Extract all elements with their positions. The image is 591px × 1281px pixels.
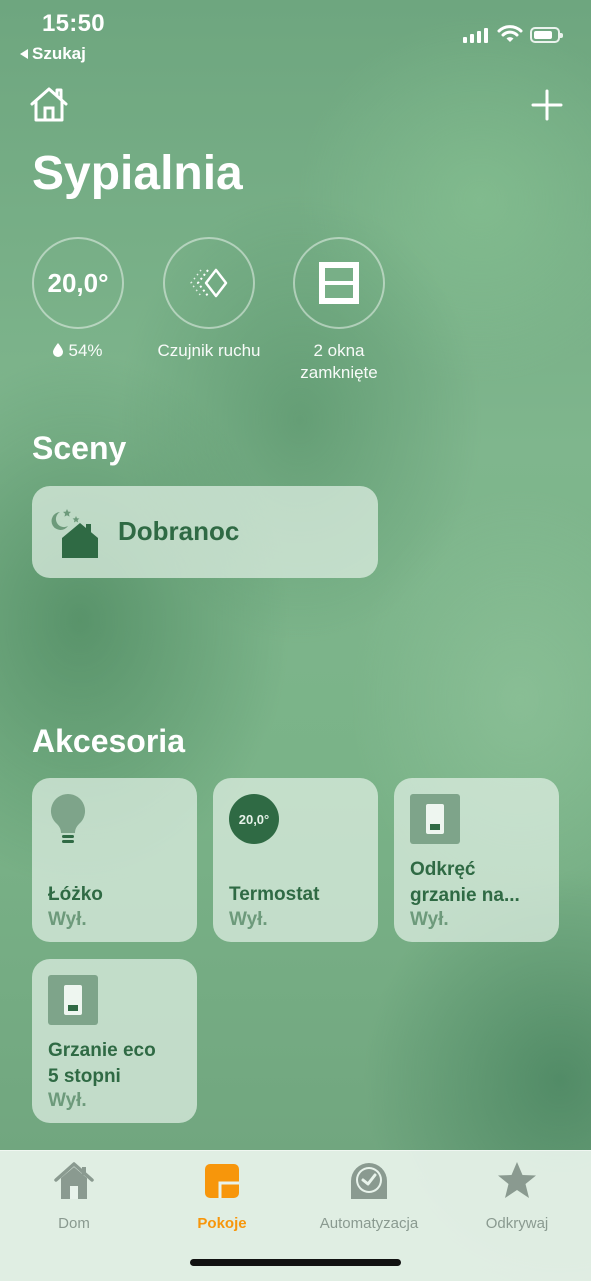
page-title: Sypialnia xyxy=(32,147,243,200)
switch-icon xyxy=(48,975,98,1025)
accessory-name: Termostat xyxy=(229,884,320,905)
tab-home[interactable]: Dom xyxy=(44,1159,104,1232)
windows-label-line1: 2 okna xyxy=(313,341,365,360)
scenes-heading: Sceny xyxy=(32,430,127,466)
switch-icon xyxy=(410,794,460,844)
accessory-tile-eco-heating[interactable]: Grzanie eco 5 stopni Wył. xyxy=(32,959,197,1123)
motion-sensor-status[interactable] xyxy=(163,237,255,329)
accessory-tile-heating-switch[interactable]: Odkręć grzanie na... Wył. xyxy=(394,778,559,942)
accessory-state: Wył. xyxy=(410,909,449,930)
tab-discover[interactable]: Odkrywaj xyxy=(474,1159,560,1232)
accessories-heading: Akcesoria xyxy=(32,723,185,759)
back-arrow-icon xyxy=(20,49,28,59)
night-home-icon xyxy=(51,509,98,558)
back-to-search-link[interactable]: Szukaj xyxy=(20,44,86,64)
accessory-tile-thermostat[interactable]: 20,0° Termostat Wył. xyxy=(213,778,378,942)
add-button[interactable] xyxy=(528,86,566,124)
tab-label: Pokoje xyxy=(197,1215,247,1232)
tab-label: Odkrywaj xyxy=(485,1215,549,1232)
status-time: 15:50 xyxy=(42,10,105,37)
rooms-icon xyxy=(205,1164,239,1198)
accessory-state: Wył. xyxy=(48,1090,87,1111)
accessory-name: Łóżko xyxy=(48,884,103,905)
humidity-value: 54% xyxy=(68,341,103,360)
tab-label: Dom xyxy=(58,1215,90,1232)
humidity-label: 54% xyxy=(32,340,124,362)
accessory-name: Grzanie eco 5 stopni xyxy=(48,1038,156,1090)
back-label: Szukaj xyxy=(32,44,86,63)
scene-tile-dobranoc[interactable]: Dobranoc xyxy=(32,486,378,578)
tab-rooms[interactable]: Pokoje xyxy=(185,1159,259,1232)
temperature-status[interactable]: 20,0° xyxy=(32,237,124,329)
temperature-value: 20,0° xyxy=(47,267,109,298)
accessory-state: Wył. xyxy=(229,909,268,930)
star-icon xyxy=(498,1162,536,1198)
accessory-name-line2: 5 stopni xyxy=(48,1066,121,1087)
window-icon xyxy=(319,262,359,304)
accessory-state: Wył. xyxy=(48,909,87,930)
battery-icon xyxy=(530,27,563,43)
tab-label: Automatyzacja xyxy=(319,1215,419,1232)
accessory-name-line2: grzanie na... xyxy=(410,885,520,906)
home-indicator xyxy=(190,1259,401,1266)
windows-label-line2: zamknięte xyxy=(300,363,378,382)
humidity-drop-icon xyxy=(53,341,64,357)
house-icon xyxy=(54,1162,94,1199)
windows-status[interactable] xyxy=(293,237,385,329)
cellular-signal-icon xyxy=(463,28,488,43)
home-settings-button[interactable] xyxy=(28,84,70,124)
clock-icon xyxy=(351,1163,387,1199)
tab-automation[interactable]: Automatyzacja xyxy=(304,1159,434,1232)
thermostat-icon: 20,0° xyxy=(229,794,279,844)
wifi-icon xyxy=(497,25,523,42)
accessory-name-line1: Odkręć xyxy=(410,859,476,880)
accessory-name-line1: Grzanie eco xyxy=(48,1040,156,1061)
accessory-name: Odkręć grzanie na... xyxy=(410,857,520,909)
motion-sensor-icon xyxy=(190,268,228,298)
windows-label: 2 okna zamknięte xyxy=(270,340,408,384)
accessory-tile-bed-light[interactable]: Łóżko Wył. xyxy=(32,778,197,942)
lightbulb-icon xyxy=(50,793,86,843)
motion-sensor-label: Czujnik ruchu xyxy=(157,341,261,360)
scene-label: Dobranoc xyxy=(118,516,240,546)
